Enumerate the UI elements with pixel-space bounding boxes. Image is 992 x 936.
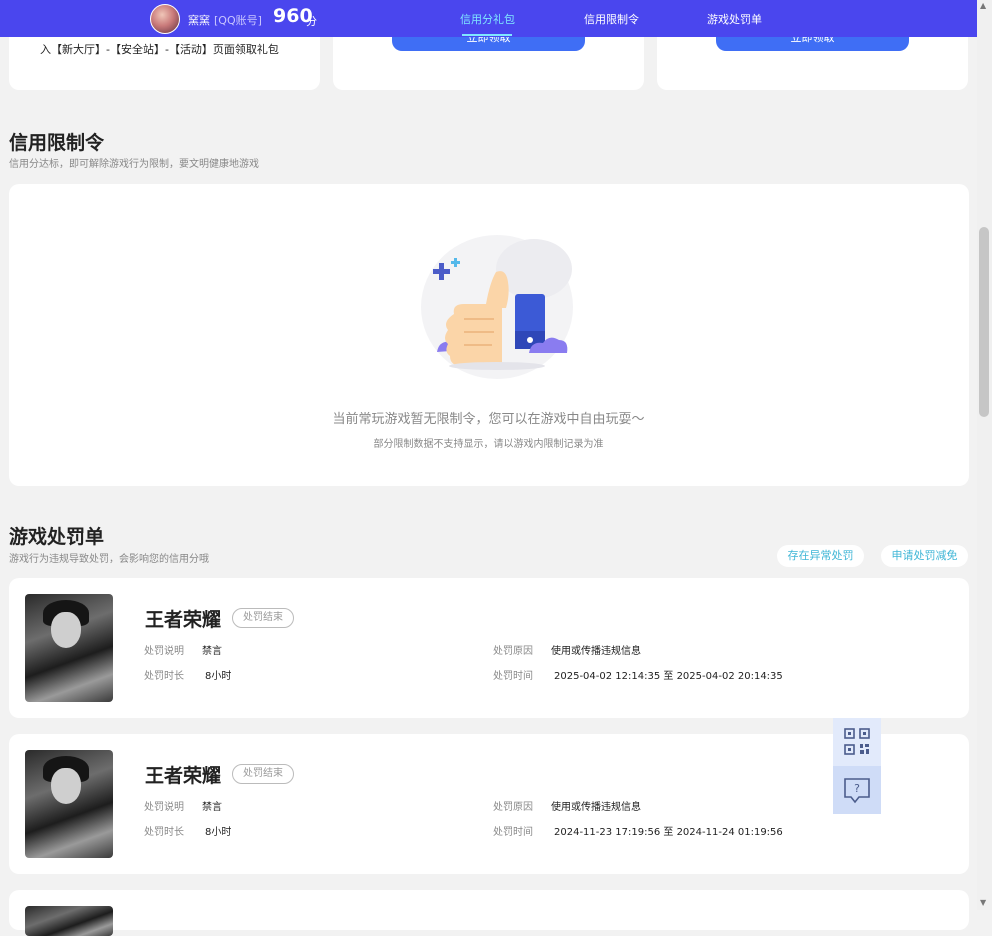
restriction-section-title: 信用限制令 [9,132,105,154]
scrollbar-thumb[interactable] [979,227,989,417]
qr-code-icon [844,728,870,755]
top-header: 窯窯 [QQ账号] 960 分 信用分礼包 信用限制令 游戏处罚单 [0,0,977,37]
penalty-time-value: 2024-11-23 17:19:56 至 2024-11-24 01:19:5… [554,827,783,838]
penalty-section-title: 游戏处罚单 [9,526,105,548]
penalty-duration-value: 8小时 [205,827,232,838]
status-badge: 处罚结束 [232,608,294,628]
penalty-card: 王者荣耀 处罚结束 处罚说明 禁言 处罚时长 8小时 处罚原因 使用或传播违规信… [9,578,969,718]
empty-state-note: 部分限制数据不支持显示，请以游戏内限制记录为准 [373,439,604,450]
qr-code-button[interactable] [833,718,881,766]
game-hero-thumbnail [25,750,113,858]
penalty-desc-label: 处罚说明 [144,646,184,657]
penalty-time-label: 处罚时间 [493,671,533,682]
report-abnormal-penalty-button[interactable]: 存在异常处罚 [777,545,864,567]
penalty-reason-value: 使用或传播违规信息 [551,802,641,813]
thumbs-up-illustration [421,235,573,379]
score-unit: 分 [306,15,317,28]
penalty-duration-label: 处罚时长 [144,827,184,838]
penalty-time-value: 2025-04-02 12:14:35 至 2025-04-02 20:14:3… [554,671,783,682]
apply-penalty-reduction-button[interactable]: 申请处罚减免 [881,545,968,567]
account-type: [QQ账号] [214,14,262,27]
penalty-desc-label: 处罚说明 [144,802,184,813]
game-name: 王者荣耀 [145,765,222,787]
gift-card-instruction: 入【新大厅】-【安全站】-【活动】页面领取礼包 [40,43,279,56]
penalty-reason-value: 使用或传播违规信息 [551,646,641,657]
game-name: 王者荣耀 [145,609,222,631]
floating-tool-panel: ? [833,718,881,814]
nav-active-indicator [462,34,512,36]
scrollbar[interactable] [977,0,992,910]
penalty-duration-label: 处罚时长 [144,671,184,682]
game-hero-thumbnail [25,594,113,702]
penalty-reason-label: 处罚原因 [493,646,533,657]
restriction-section-subtitle: 信用分达标，即可解除游戏行为限制，要文明健康地游戏 [9,159,259,170]
penalty-section-subtitle: 游戏行为违规导致处罚，会影响您的信用分哦 [9,554,209,565]
penalty-duration-value: 8小时 [205,671,232,682]
svg-text:?: ? [854,782,860,795]
penalty-time-label: 处罚时间 [493,827,533,838]
claim-button[interactable]: 立即领取 [392,35,585,51]
empty-state-message: 当前常玩游戏暂无限制令，您可以在游戏中自由玩耍～ [332,412,645,427]
username: 窯窯 [188,14,210,27]
penalty-card [9,890,969,936]
nav-credit-gift[interactable]: 信用分礼包 [460,11,515,27]
status-badge: 处罚结束 [232,764,294,784]
penalty-desc-value: 禁言 [202,802,222,813]
claim-button[interactable]: 立即领取 [716,35,909,51]
scroll-down-icon[interactable]: ▼ [980,898,986,907]
nav-game-penalty[interactable]: 游戏处罚单 [707,11,762,27]
avatar[interactable] [150,4,180,34]
help-button[interactable]: ? [833,766,881,814]
help-chat-icon: ? [844,778,870,804]
restriction-empty-card: 当前常玩游戏暂无限制令，您可以在游戏中自由玩耍～ 部分限制数据不支持显示，请以游… [9,184,969,486]
penalty-card: 王者荣耀 处罚结束 处罚说明 禁言 处罚时长 8小时 处罚原因 使用或传播违规信… [9,734,969,874]
nav-credit-restriction[interactable]: 信用限制令 [584,11,639,27]
penalty-reason-label: 处罚原因 [493,802,533,813]
penalty-desc-value: 禁言 [202,646,222,657]
game-hero-thumbnail [25,906,113,936]
scroll-up-icon[interactable]: ▲ [980,1,986,10]
